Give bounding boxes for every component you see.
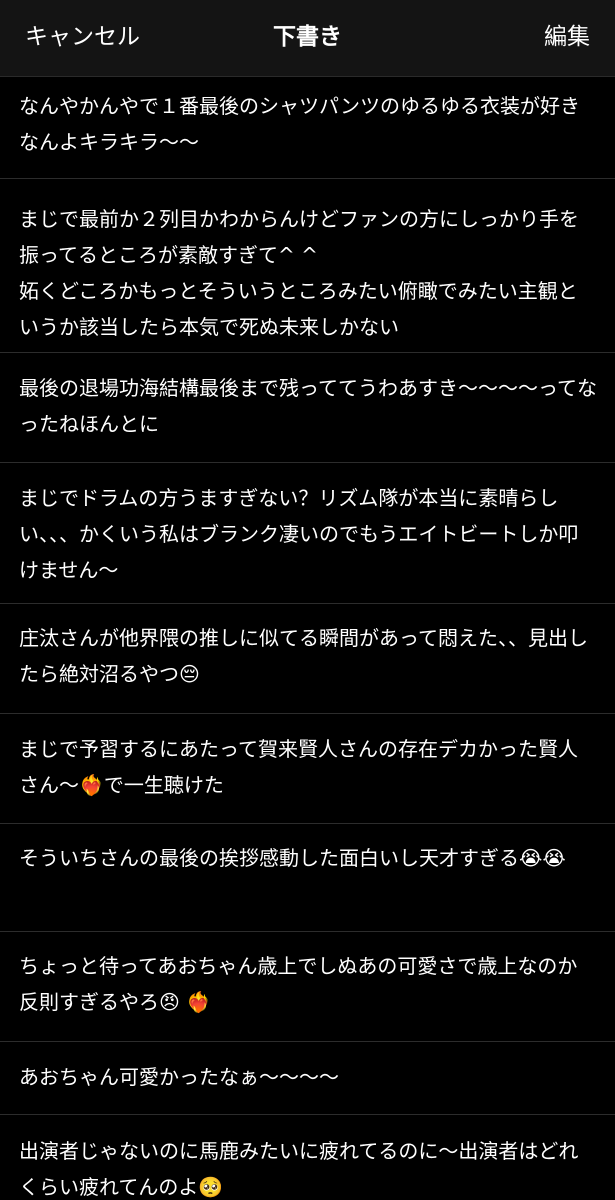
edit-button[interactable]: 編集 xyxy=(544,20,590,54)
draft-item[interactable]: まじでドラムの方うますぎない？リズム隊が本当に素晴らしい、、、かくいう私はブラン… xyxy=(0,463,615,604)
draft-text: そういちさんの最後の挨拶感動した面白いし天才すぎる😭😭 xyxy=(19,846,566,870)
draft-text: なんやかんやで１番最後のシャツパンツのゆるゆる衣装が好きなんよキラキラ〜〜 xyxy=(19,94,580,154)
draft-item[interactable]: 庄汰さんが他界隈の推しに似てる瞬間があって悶えた、、見出したら絶対沼るやつ😔 xyxy=(0,604,615,714)
draft-item[interactable]: ちょっと待ってあおちゃん歳上でしぬあの可愛さで歳上なのか反則すぎるやろ😠 ❤️‍… xyxy=(0,932,615,1042)
draft-text: まじで最前か２列目かわからんけどファンの方にしっかり手を振ってるところが素敵すぎ… xyxy=(19,207,579,339)
draft-item[interactable]: まじで予習するにあたって賀来賢人さんの存在デカかった賢人さん〜❤️‍🔥で一生聴け… xyxy=(0,714,615,824)
draft-item[interactable]: なんやかんやで１番最後のシャツパンツのゆるゆる衣装が好きなんよキラキラ〜〜 xyxy=(0,77,615,179)
draft-item[interactable]: まじで最前か２列目かわからんけどファンの方にしっかり手を振ってるところが素敵すぎ… xyxy=(0,179,615,353)
drafts-list: なんやかんやで１番最後のシャツパンツのゆるゆる衣装が好きなんよキラキラ〜〜 まじ… xyxy=(0,77,615,1200)
draft-text: あおちゃん可愛かったなぁ〜〜〜〜 xyxy=(19,1065,339,1089)
draft-item[interactable]: 出演者じゃないのに馬鹿みたいに疲れてるのに〜出演者はどれくらい疲れてんのよ🥺 xyxy=(0,1115,615,1200)
draft-text: 最後の退場功海結構最後まで残っててうわあすき〜〜〜〜ってなったねほんとに xyxy=(19,376,597,436)
draft-item[interactable]: あおちゃん可愛かったなぁ〜〜〜〜 xyxy=(0,1042,615,1115)
navigation-header: キャンセル 下書き 編集 xyxy=(0,0,615,77)
draft-text: まじでドラムの方うますぎない？リズム隊が本当に素晴らしい、、、かくいう私はブラン… xyxy=(19,486,579,582)
draft-text: まじで予習するにあたって賀来賢人さんの存在デカかった賢人さん〜❤️‍🔥で一生聴け… xyxy=(19,737,578,797)
draft-item[interactable]: 最後の退場功海結構最後まで残っててうわあすき〜〜〜〜ってなったねほんとに xyxy=(0,353,615,463)
draft-text: ちょっと待ってあおちゃん歳上でしぬあの可愛さで歳上なのか反則すぎるやろ😠 ❤️‍… xyxy=(19,954,578,1014)
draft-text: 出演者じゃないのに馬鹿みたいに疲れてるのに〜出演者はどれくらい疲れてんのよ🥺 xyxy=(19,1139,579,1199)
draft-item[interactable]: そういちさんの最後の挨拶感動した面白いし天才すぎる😭😭 xyxy=(0,824,615,932)
page-title: 下書き xyxy=(273,24,342,50)
draft-text: 庄汰さんが他界隈の推しに似てる瞬間があって悶えた、、見出したら絶対沼るやつ😔 xyxy=(19,626,588,686)
